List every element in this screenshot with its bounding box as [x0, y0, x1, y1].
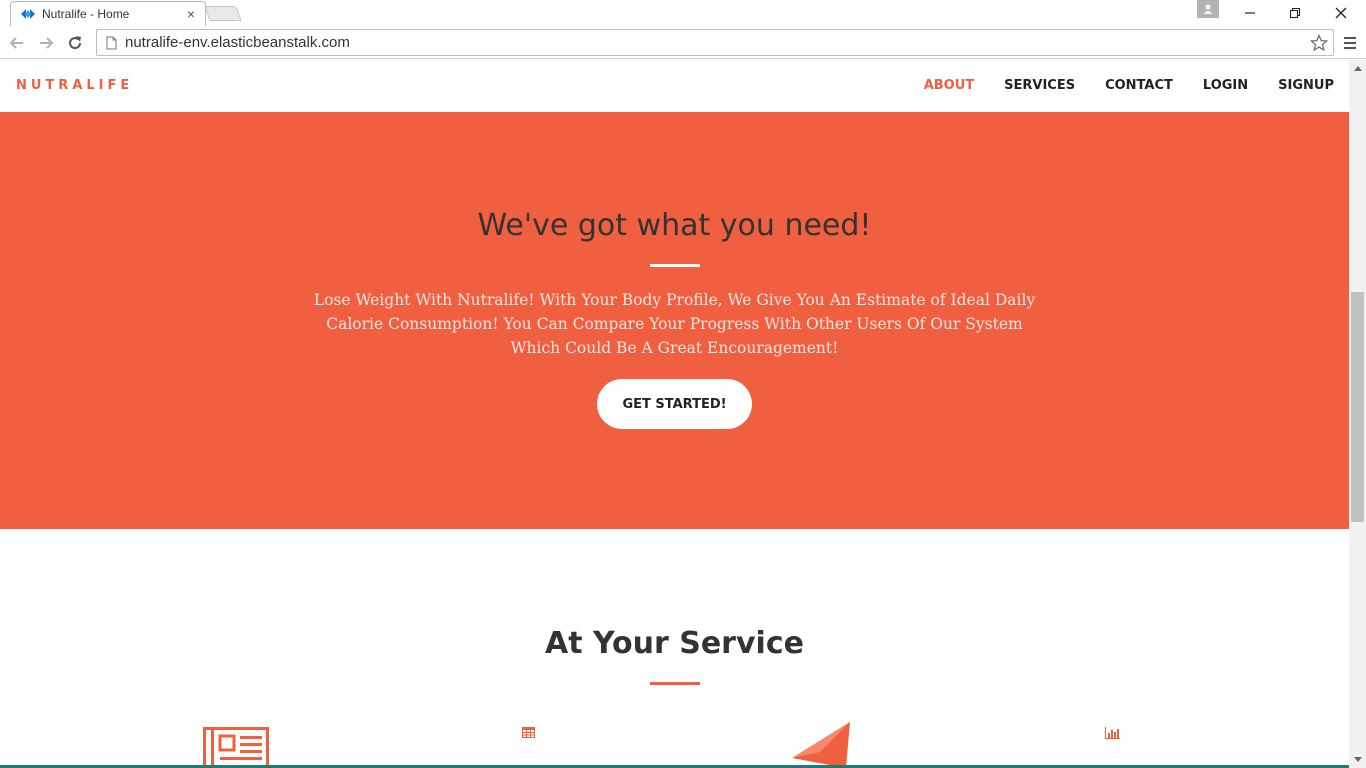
arrow-right-icon: [40, 37, 54, 49]
site-navbar: NUTRALIFE ABOUT SERVICES CONTACT LOGIN S…: [0, 60, 1349, 112]
close-window-button[interactable]: [1319, 0, 1363, 26]
nav-about[interactable]: ABOUT: [924, 78, 974, 93]
scroll-up-arrow-icon[interactable]: [1349, 60, 1366, 77]
profile-button[interactable]: [1197, 0, 1219, 18]
url-text[interactable]: nutralife-env.elasticbeanstalk.com: [125, 34, 1307, 51]
nav-signup[interactable]: SIGNUP: [1278, 78, 1334, 93]
table-icon: [522, 727, 535, 738]
services-title: At Your Service: [545, 626, 804, 661]
address-bar[interactable]: nutralife-env.elasticbeanstalk.com: [96, 29, 1334, 56]
browser-tab[interactable]: Nutralife - Home ×: [10, 1, 206, 26]
hero-description: Lose Weight With Nutralife! With Your Bo…: [313, 291, 1036, 357]
new-tab-button[interactable]: [204, 6, 242, 21]
arrow-left-icon: [9, 37, 23, 49]
services-divider: [650, 682, 700, 685]
tab-title: Nutralife - Home: [42, 7, 130, 21]
restore-icon: [1289, 7, 1301, 19]
page-scrollbar[interactable]: [1349, 60, 1366, 768]
user-icon: [1204, 4, 1212, 14]
reload-icon: [69, 36, 82, 50]
nav-services[interactable]: SERVICES: [1004, 78, 1075, 93]
nav-links: ABOUT SERVICES CONTACT LOGIN SIGNUP: [924, 78, 1334, 93]
page-viewport: NUTRALIFE ABOUT SERVICES CONTACT LOGIN S…: [0, 60, 1349, 768]
site-favicon-icon: [21, 9, 35, 19]
browser-tab-bar: Nutralife - Home ×: [0, 0, 1366, 26]
bar-chart-icon: [1105, 727, 1120, 739]
scrollbar-thumb[interactable]: [1351, 292, 1364, 522]
brand-logo[interactable]: NUTRALIFE: [16, 78, 133, 93]
scroll-down-arrow-icon[interactable]: [1349, 751, 1366, 768]
minimize-button[interactable]: [1228, 0, 1272, 26]
tab-close-icon[interactable]: ×: [185, 7, 197, 21]
back-button[interactable]: [5, 31, 29, 55]
chrome-menu-icon[interactable]: [1340, 32, 1360, 54]
hero-section: We've got what you need! Lose Weight Wit…: [0, 112, 1349, 529]
browser-toolbar: nutralife-env.elasticbeanstalk.com: [0, 26, 1366, 59]
close-icon: [1335, 7, 1347, 19]
hero-divider: [650, 264, 700, 267]
page-icon: [103, 35, 119, 51]
forward-button[interactable]: [34, 31, 58, 55]
restore-button[interactable]: [1273, 0, 1317, 26]
nav-login[interactable]: LOGIN: [1203, 78, 1248, 93]
minimize-icon: [1245, 12, 1255, 14]
hero-title: We've got what you need!: [477, 208, 872, 243]
paper-plane-icon: [792, 722, 850, 768]
newspaper-icon: [203, 727, 269, 768]
get-started-button[interactable]: GET STARTED!: [597, 379, 752, 429]
reload-button[interactable]: [63, 31, 87, 55]
nav-contact[interactable]: CONTACT: [1105, 78, 1173, 93]
bookmark-star-icon[interactable]: [1307, 31, 1331, 55]
